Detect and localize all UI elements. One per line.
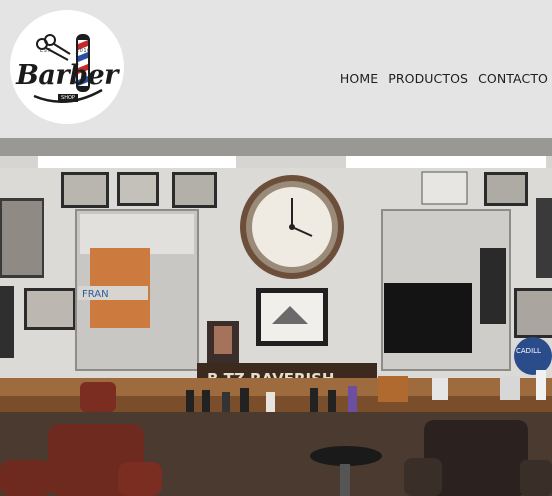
- cadillac-sign: [514, 337, 552, 375]
- logo-year-label: 2016: [76, 48, 91, 54]
- logo-wordmark: Barber: [16, 60, 118, 91]
- mirror-sign-text: FRAN: [82, 289, 109, 300]
- hero-image: FRAN CADILL B TZ RAVERISH: [0, 138, 552, 496]
- barber-logo[interactable]: EST. 2016 Barber SHOP: [10, 10, 124, 124]
- ceiling: [0, 138, 552, 156]
- logo-shop-label: SHOP: [58, 94, 78, 102]
- ceiling-light-left: [38, 156, 236, 168]
- wall-clock: [240, 175, 344, 279]
- ceiling-light-right: [346, 156, 546, 168]
- nav-productos[interactable]: PRODUCTOS: [388, 71, 468, 86]
- barbershop-interior-photo: FRAN CADILL B TZ RAVERISH: [0, 138, 552, 496]
- nav-home[interactable]: HOME: [340, 71, 378, 86]
- main-nav: HOME PRODUCTOS CONTACTO: [340, 71, 548, 86]
- nav-contacto[interactable]: CONTACTO: [478, 71, 548, 86]
- tv-screen: [384, 283, 472, 353]
- site-header: EST. 2016 Barber SHOP HOME PRODUCTOS CON…: [0, 0, 552, 138]
- logo-est-label: EST.: [40, 48, 53, 54]
- cadillac-sign-text: CADILL: [516, 347, 541, 355]
